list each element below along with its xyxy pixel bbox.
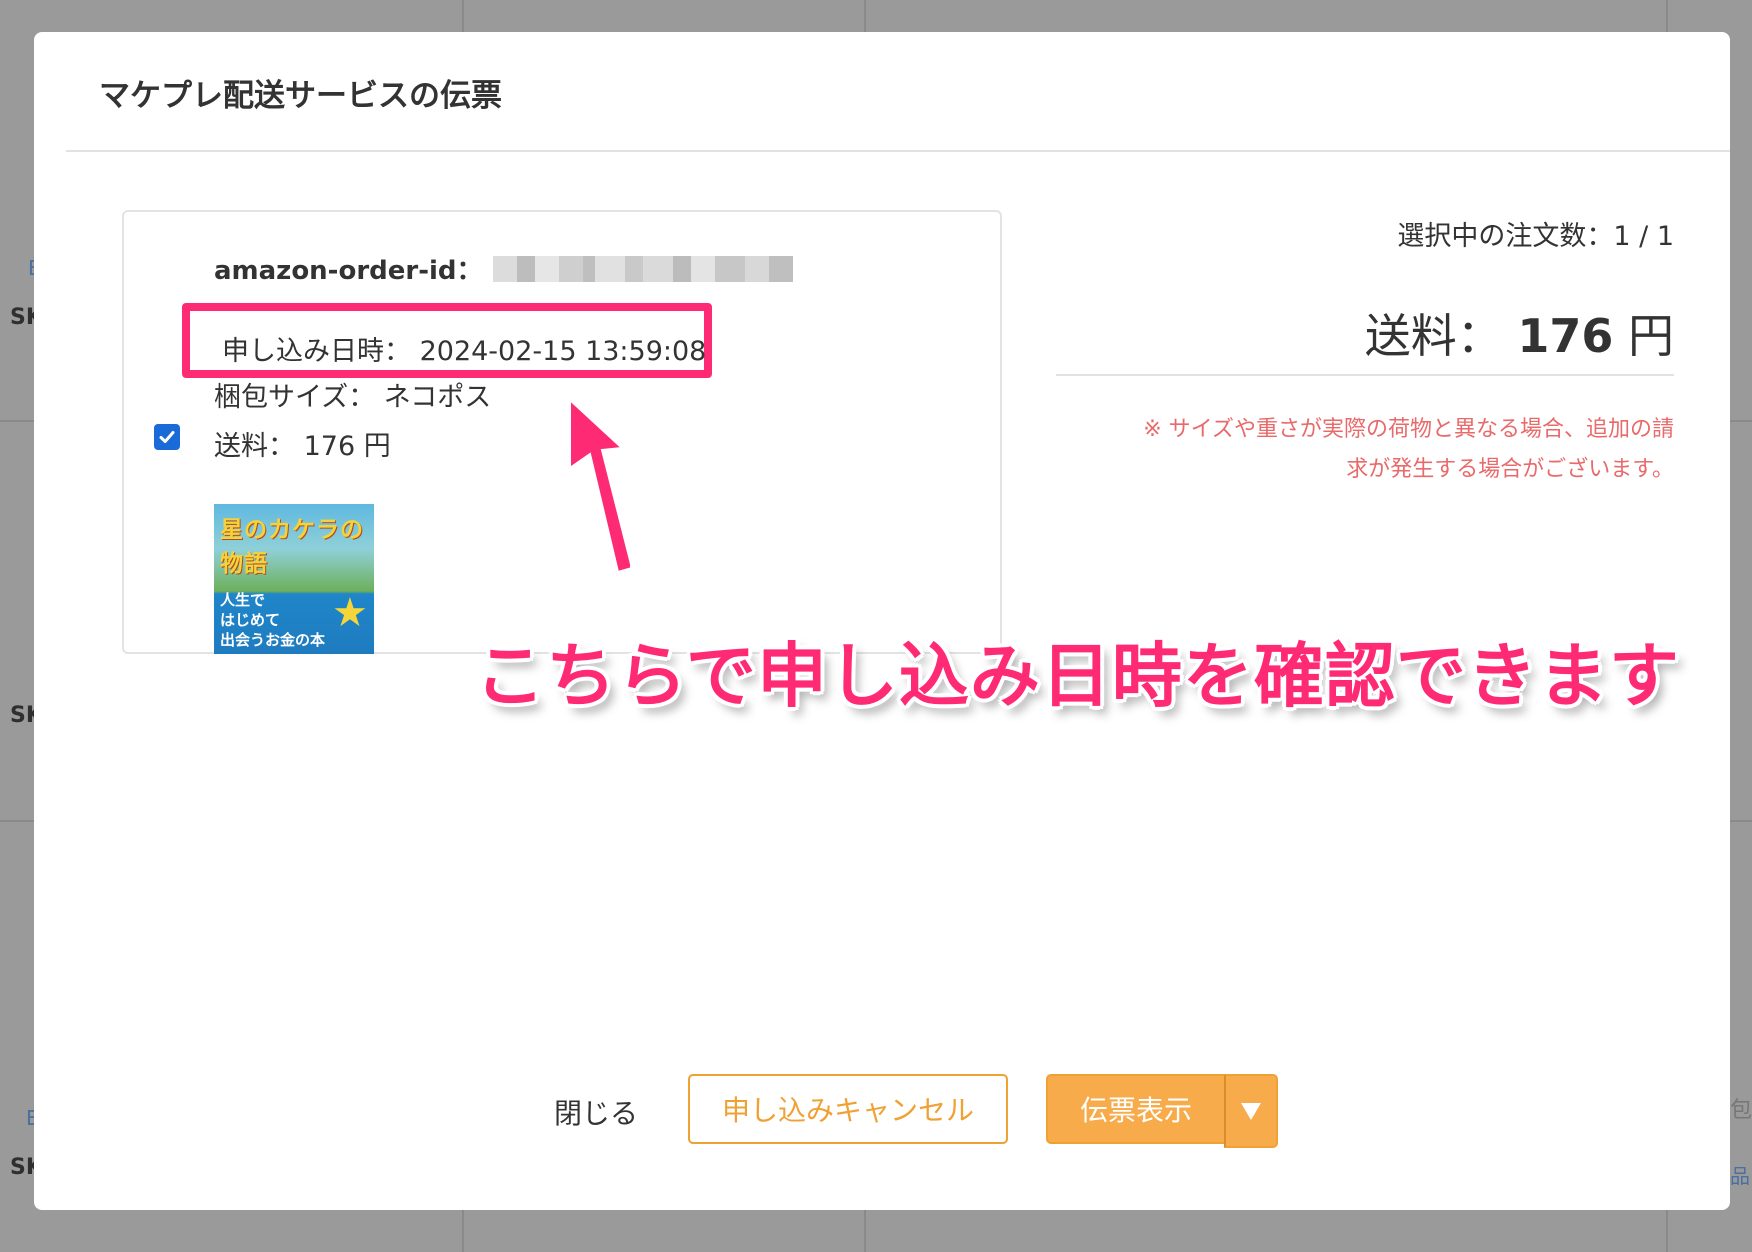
book-title: 星のカケラの物語 <box>220 517 364 577</box>
modal-divider <box>66 150 1730 152</box>
book-cover-image: 星のカケラの物語 人生で はじめて 出会うお金の本 ★ <box>214 504 374 654</box>
summary-divider <box>1056 374 1674 376</box>
order-id-label: amazon-order-id： <box>214 256 483 286</box>
order-id-row: amazon-order-id： <box>214 250 793 287</box>
application-datetime: 申し込み日時： 2024-02-15 13:59:08 <box>222 336 707 367</box>
bg-fragment: 品 <box>1730 1164 1750 1188</box>
close-button[interactable]: 閉じる <box>554 1092 638 1132</box>
book-subtitle-line: はじめて <box>220 611 281 629</box>
show-label-dropdown-button[interactable] <box>1224 1074 1278 1148</box>
check-icon <box>159 431 175 443</box>
bg-fragment: 包 <box>1730 1098 1752 1123</box>
book-subtitle-line: 出会うお金の本 <box>220 631 326 649</box>
redacted-order-id <box>492 255 793 282</box>
star-icon: ★ <box>332 590 368 636</box>
book-subtitle: 人生で はじめて 出会うお金の本 <box>220 590 325 650</box>
order-checkbox[interactable] <box>154 424 180 450</box>
package-size: 梱包サイズ： ネコポス <box>214 382 492 413</box>
additional-charge-note: ※ サイズや重さが実際の荷物と異なる場合、追加の請 求が発生する場合がございます… <box>1054 410 1674 490</box>
modal-title: マケプレ配送サービスの伝票 <box>99 78 502 114</box>
cancel-application-button[interactable]: 申し込みキャンセル <box>688 1074 1008 1144</box>
show-label-button[interactable]: 伝票表示 <box>1046 1074 1224 1144</box>
caret-down-icon <box>1241 1103 1261 1120</box>
note-line: 求が発生する場合がございます。 <box>1346 457 1674 482</box>
annotation-caption: こちらで申し込み日時を確認できます <box>475 635 1680 717</box>
fee-unit: 円 <box>1628 309 1674 363</box>
total-shipping-fee: 送料： 176 円 <box>1365 300 1674 366</box>
selected-order-count: 選択中の注文数：1 / 1 <box>1397 221 1674 252</box>
order-shipping-fee: 送料： 176 円 <box>214 431 391 462</box>
note-line: ※ サイズや重さが実際の荷物と異なる場合、追加の請 <box>1143 417 1674 442</box>
fee-amount: 176 <box>1517 309 1614 363</box>
annotation-arrow-icon <box>569 400 630 574</box>
date-highlight-box: 申し込み日時： 2024-02-15 13:59:08 <box>182 303 712 378</box>
fee-label: 送料： <box>1364 309 1503 363</box>
show-label-button-group: 伝票表示 <box>1046 1074 1278 1148</box>
book-subtitle-line: 人生で <box>220 591 266 609</box>
